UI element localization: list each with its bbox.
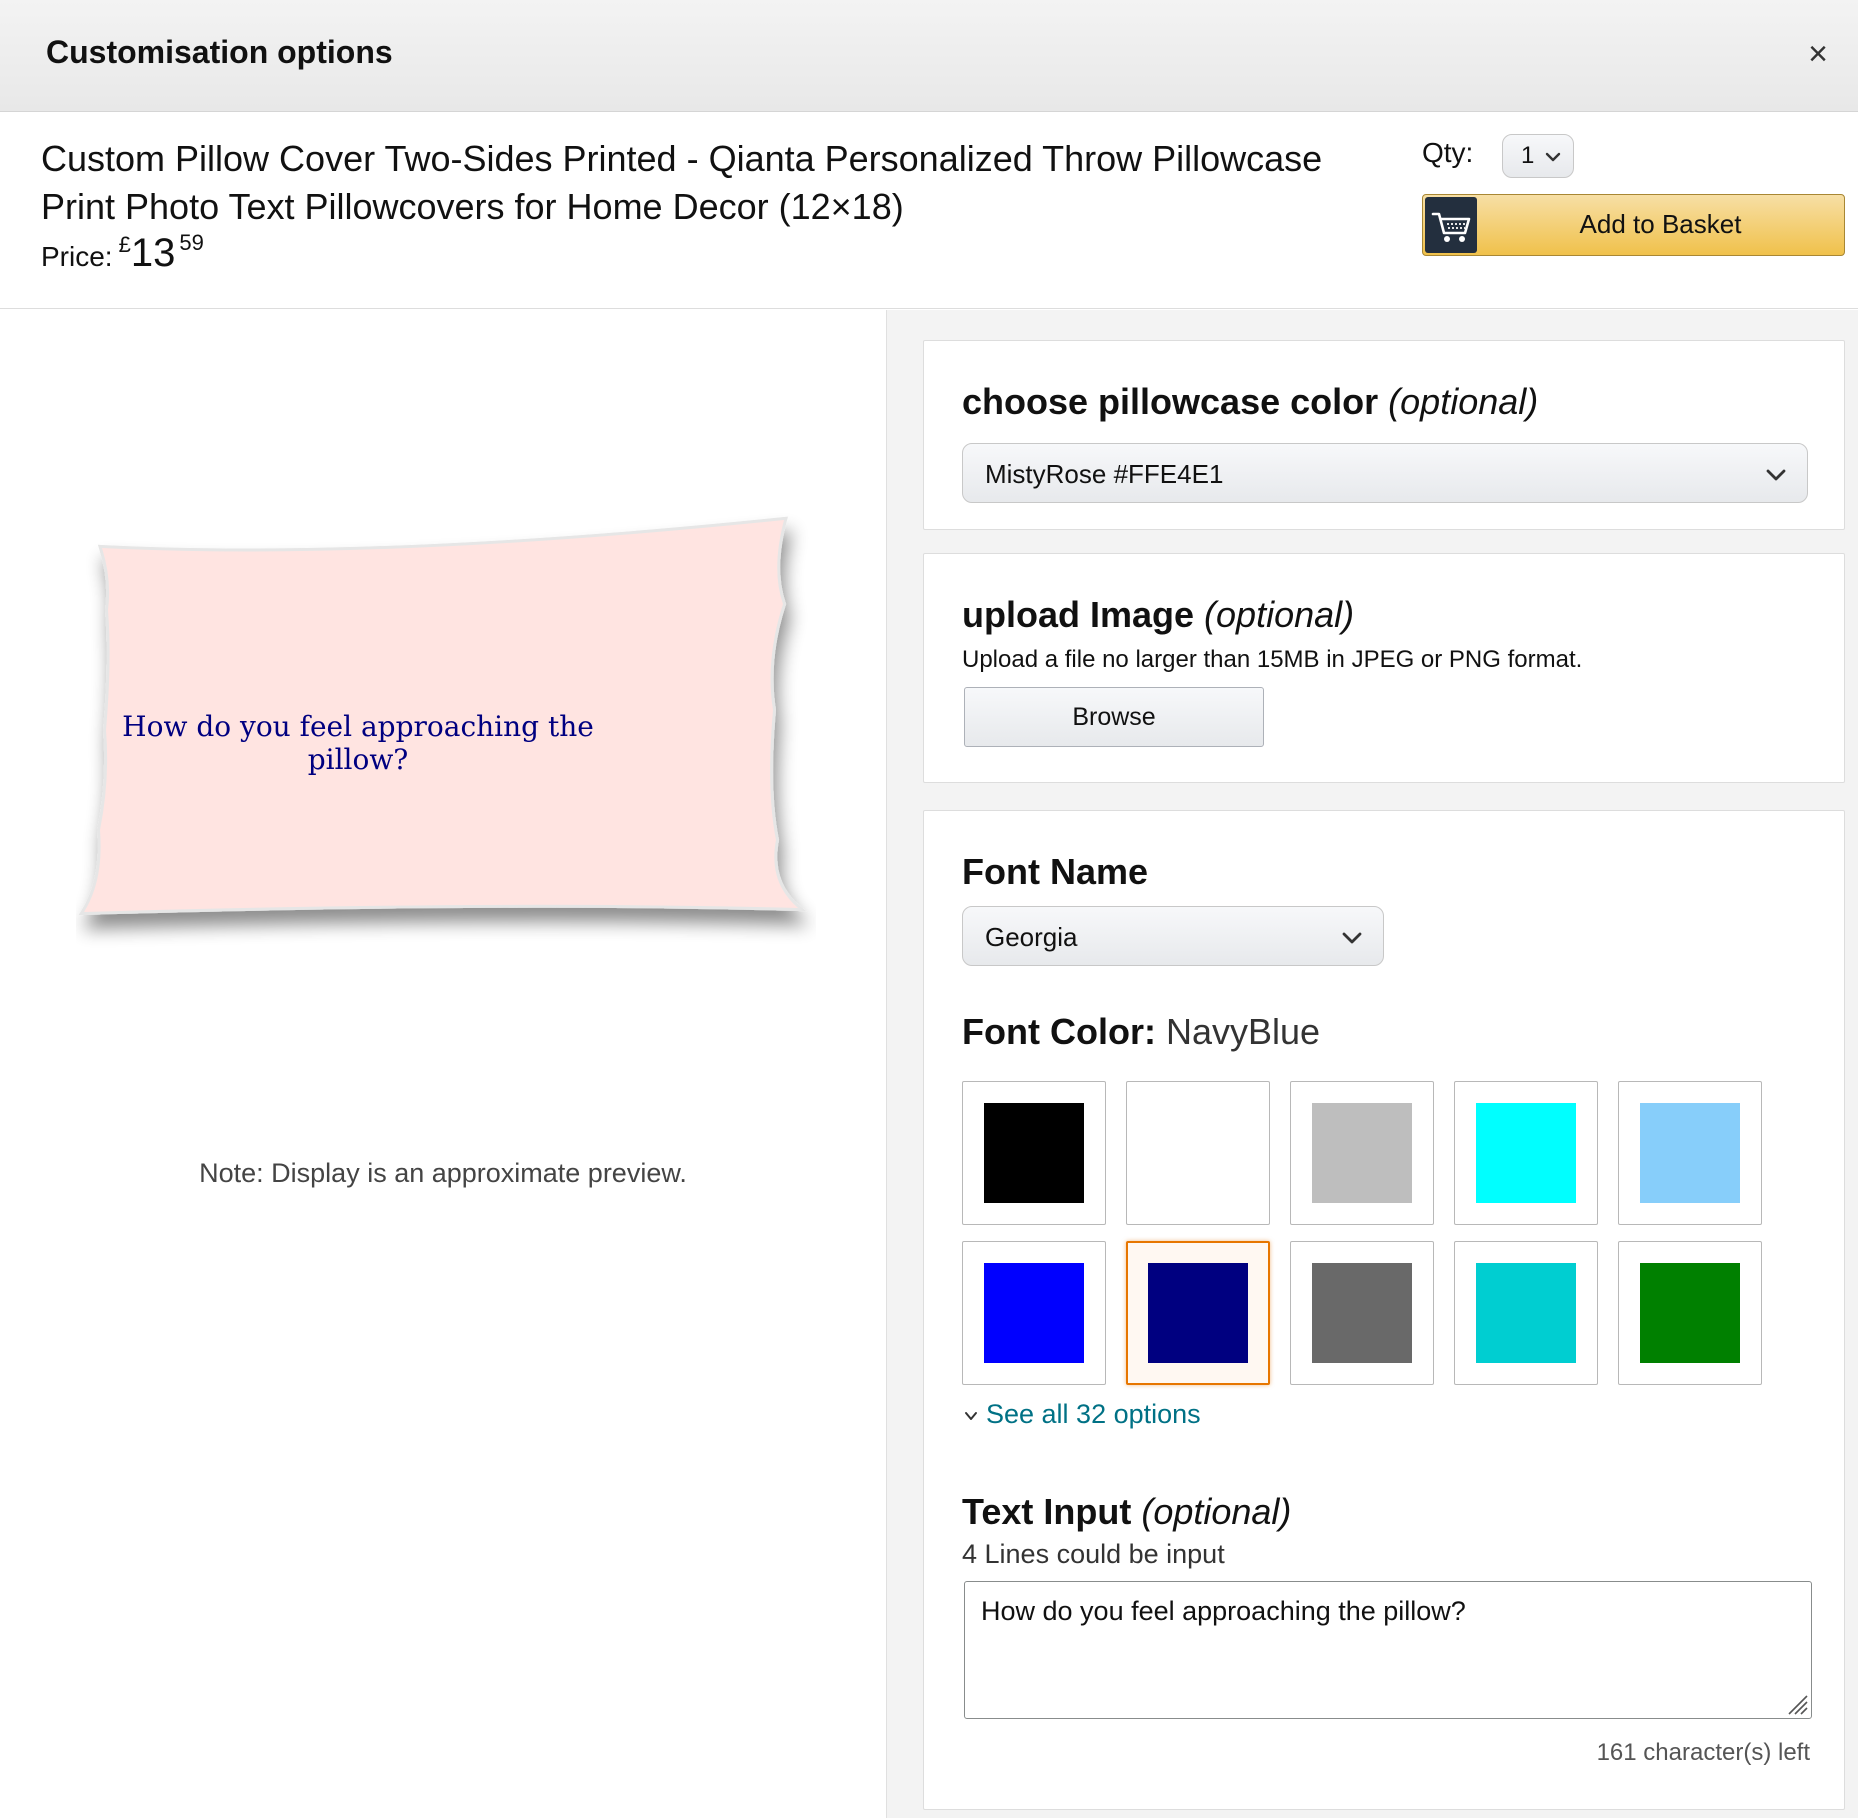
font-color-swatch[interactable]	[1126, 1241, 1270, 1385]
font-color-heading: Font Color: NavyBlue	[962, 1011, 1321, 1052]
font-name-heading: Font Name	[962, 851, 1149, 892]
options-panel: choose pillowcase color (optional) Misty…	[887, 310, 1858, 1818]
qty-label: Qty:	[1422, 137, 1474, 168]
price-whole: 13	[130, 231, 176, 275]
font-color-swatch[interactable]	[962, 1241, 1106, 1385]
upload-image-heading: upload Image (optional)	[962, 594, 1355, 635]
add-to-basket-label: Add to Basket	[1579, 209, 1742, 239]
text-input-heading: Text Input (optional)	[962, 1491, 1292, 1532]
font-color-swatch[interactable]	[1290, 1081, 1434, 1225]
text-input-value: How do you feel approaching the pillow?	[981, 1596, 1466, 1626]
browse-button[interactable]: Browse	[964, 687, 1264, 747]
price-label: Price:	[41, 241, 113, 272]
add-to-basket-button[interactable]: Add to Basket	[1422, 194, 1845, 256]
characters-left: 161 character(s) left	[1596, 1739, 1810, 1766]
product-title: Custom Pillow Cover Two-Sides Printed - …	[41, 138, 1323, 227]
price: Price: £13 59	[41, 230, 204, 276]
chevron-down-icon	[965, 1411, 977, 1420]
see-all-options-link[interactable]: See all 32 options	[964, 1399, 1201, 1430]
swatch-color	[1148, 1263, 1248, 1363]
swatch-color	[1312, 1103, 1412, 1203]
swatch-color	[984, 1103, 1084, 1203]
pillowcase-color-heading: choose pillowcase color (optional)	[962, 381, 1539, 422]
chevron-down-icon	[1766, 469, 1786, 481]
close-button[interactable]: ×	[1800, 36, 1836, 72]
upload-help-text: Upload a file no larger than 15MB in JPE…	[962, 646, 1583, 673]
see-all-options-label: See all 32 options	[986, 1399, 1201, 1429]
qty-select[interactable]: 1	[1502, 134, 1574, 178]
cart-icon	[1425, 197, 1477, 253]
pillowcase-color-value: MistyRose #FFE4E1	[985, 459, 1224, 489]
font-color-swatch[interactable]	[962, 1081, 1106, 1225]
modal-header: Customisation options ×	[0, 0, 1858, 112]
font-color-swatch[interactable]	[1290, 1241, 1434, 1385]
product-info: Custom Pillow Cover Two-Sides Printed - …	[0, 113, 1858, 309]
font-name-select[interactable]: Georgia	[962, 906, 1384, 966]
resize-grip-icon[interactable]	[1783, 1690, 1809, 1716]
text-input-field[interactable]: How do you feel approaching the pillow?	[964, 1581, 1812, 1719]
preview-note: Note: Display is an approximate preview.	[199, 1158, 687, 1188]
price-currency: £	[118, 232, 131, 257]
swatch-color	[1312, 1263, 1412, 1363]
font-color-swatch[interactable]	[1454, 1081, 1598, 1225]
pillowcase-color-card: choose pillowcase color (optional) Misty…	[923, 340, 1845, 530]
font-color-swatch[interactable]	[1126, 1081, 1270, 1225]
price-fraction: 59	[179, 230, 204, 255]
swatch-color	[984, 1263, 1084, 1363]
font-name-value: Georgia	[985, 922, 1078, 952]
font-color-value: NavyBlue	[1165, 1011, 1321, 1052]
swatch-color	[1640, 1103, 1740, 1203]
pillow-preview-text: How do you feel approaching the pillow?	[122, 710, 594, 776]
font-color-swatch[interactable]	[1454, 1241, 1598, 1385]
font-options-card: Font Name Georgia Font Color: NavyBlue S…	[923, 810, 1845, 1810]
swatch-color	[1476, 1103, 1576, 1203]
modal-title: Customisation options	[46, 34, 393, 70]
chevron-down-icon	[1545, 152, 1561, 162]
font-color-swatch[interactable]	[1618, 1241, 1762, 1385]
qty-value: 1	[1521, 142, 1535, 169]
upload-image-card: upload Image (optional) Upload a file no…	[923, 553, 1845, 783]
pillowcase-color-select[interactable]: MistyRose #FFE4E1	[962, 443, 1808, 503]
preview-panel: How do you feel approaching the pillow? …	[0, 310, 886, 1818]
swatch-color	[1148, 1103, 1248, 1203]
font-color-swatch[interactable]	[1618, 1081, 1762, 1225]
text-input-help: 4 Lines could be input	[962, 1539, 1225, 1569]
swatch-color	[1476, 1263, 1576, 1363]
chevron-down-icon	[1342, 932, 1362, 944]
swatch-color	[1640, 1263, 1740, 1363]
